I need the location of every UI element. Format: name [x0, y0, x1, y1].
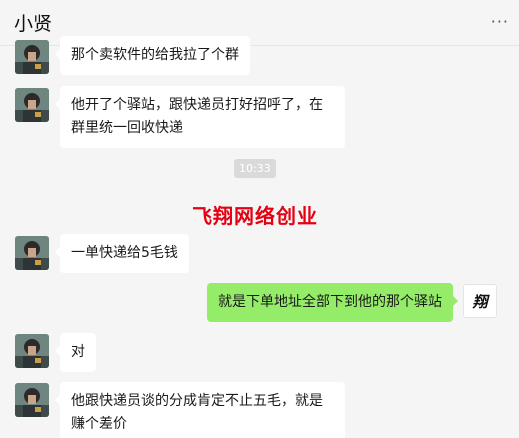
- timestamp: 10:33: [234, 159, 276, 178]
- contact-avatar[interactable]: [15, 334, 49, 368]
- message-bubble-mine[interactable]: 就是下单地址全部下到他的那个驿站: [207, 283, 458, 322]
- more-options-icon[interactable]: ···: [491, 12, 509, 31]
- chat-title: 小贤: [14, 13, 53, 35]
- watermark-text: 飞翔网络创业: [192, 204, 318, 228]
- contact-avatar-image: [15, 40, 49, 74]
- contact-avatar[interactable]: [15, 40, 49, 74]
- contact-avatar-image: [15, 236, 49, 270]
- my-avatar-glyph: 翔: [472, 292, 488, 311]
- my-avatar[interactable]: 翔: [463, 284, 497, 318]
- contact-avatar[interactable]: [15, 383, 49, 417]
- contact-avatar-image: [15, 334, 49, 368]
- contact-avatar[interactable]: [15, 236, 49, 270]
- message-bubble[interactable]: 那个卖软件的给我拉了个群: [55, 36, 250, 75]
- message-bubble[interactable]: 他跟快递员谈的分成肯定不止五毛，就是赚个差价: [55, 382, 345, 438]
- message-bubble[interactable]: 对: [55, 333, 96, 372]
- contact-avatar-image: [15, 383, 49, 417]
- contact-avatar-image: [15, 88, 49, 122]
- contact-avatar[interactable]: [15, 88, 49, 122]
- message-bubble[interactable]: 他开了个驿站，跟快递员打好招呼了，在群里统一回收快递: [55, 86, 345, 148]
- message-bubble[interactable]: 一单快递给5毛钱: [55, 234, 189, 273]
